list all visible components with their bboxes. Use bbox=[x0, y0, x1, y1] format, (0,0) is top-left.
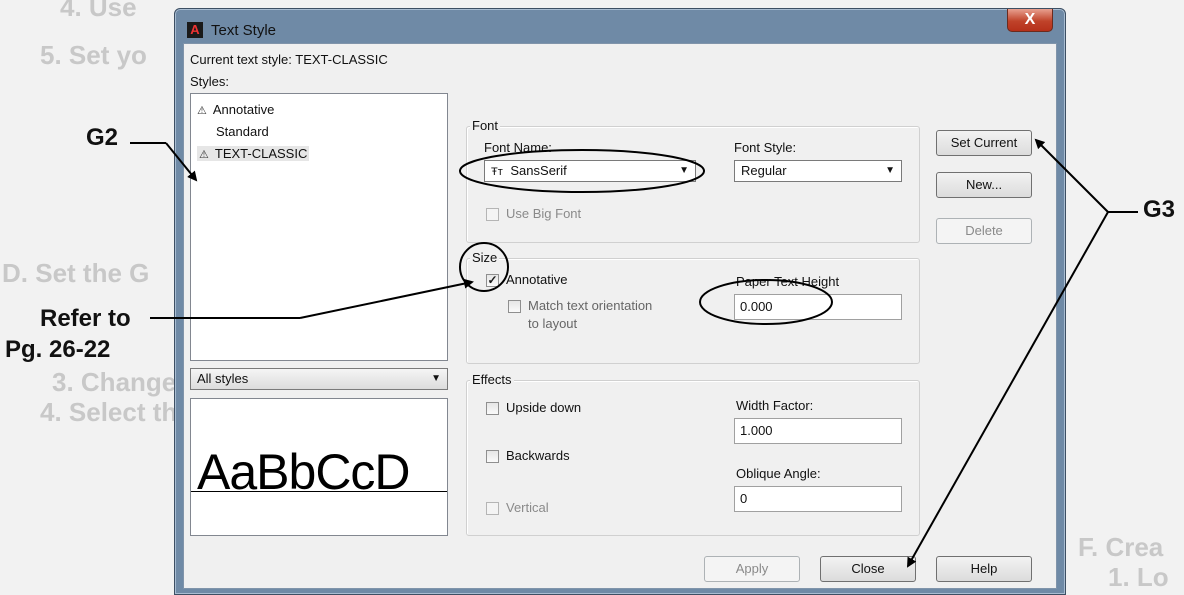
bg-text-7: 1. Lo bbox=[1108, 562, 1169, 592]
width-factor-input[interactable]: 1.000 bbox=[734, 418, 902, 444]
window-close-button[interactable]: X bbox=[1007, 9, 1053, 32]
vertical-checkbox[interactable] bbox=[486, 502, 499, 515]
autocad-app-icon: A bbox=[187, 22, 203, 38]
font-type-icon: Ŧт bbox=[491, 166, 503, 178]
styles-filter-value: All styles bbox=[197, 371, 249, 386]
vertical-label: Vertical bbox=[506, 500, 549, 515]
match-orientation-checkbox[interactable] bbox=[508, 300, 521, 313]
size-group-title: Size bbox=[470, 250, 500, 265]
bg-text-3: D. Set the G bbox=[2, 258, 150, 288]
annotative-icon: ⚠ bbox=[199, 149, 209, 161]
use-big-font-checkbox[interactable] bbox=[486, 208, 499, 221]
backwards-label: Backwards bbox=[506, 448, 570, 463]
style-item-label: TEXT-CLASSIC bbox=[214, 146, 308, 161]
style-item-standard[interactable]: Standard bbox=[216, 124, 269, 139]
help-button[interactable]: Help bbox=[936, 556, 1032, 582]
font-name-value: SansSerif bbox=[510, 163, 567, 178]
annotative-checkbox[interactable]: ✓ bbox=[486, 274, 499, 287]
set-current-button[interactable]: Set Current bbox=[936, 130, 1032, 156]
effects-group-title: Effects bbox=[470, 372, 514, 387]
upside-down-checkbox[interactable] bbox=[486, 402, 499, 415]
paper-text-height-label: Paper Text Height bbox=[736, 274, 840, 289]
use-big-font-label: Use Big Font bbox=[506, 206, 582, 221]
preview-baseline bbox=[191, 491, 447, 492]
callout-g3: G3 bbox=[1143, 196, 1176, 223]
styles-label: Styles: bbox=[190, 74, 230, 89]
delete-button[interactable]: Delete bbox=[936, 218, 1032, 244]
font-style-dropdown[interactable]: Regular ▼ bbox=[734, 160, 902, 182]
font-name-label: Font Name: bbox=[484, 140, 552, 155]
style-item-annotative[interactable]: ⚠ Annotative bbox=[197, 102, 274, 117]
annotative-label: Annotative bbox=[506, 272, 568, 287]
callout-refer-line2: Pg. 26-22 bbox=[5, 336, 111, 363]
font-name-dropdown[interactable]: Ŧт SansSerif ▼ bbox=[484, 160, 696, 182]
paper-text-height-input[interactable]: 0.000 bbox=[734, 294, 902, 320]
chevron-down-icon: ▼ bbox=[885, 165, 895, 176]
font-style-value: Regular bbox=[741, 163, 787, 178]
style-preview: AaBbCcD bbox=[190, 398, 448, 536]
oblique-angle-input[interactable]: 0 bbox=[734, 486, 902, 512]
bg-text-2: 5. Set yo bbox=[40, 40, 147, 70]
match-orientation-label-1: Match text orientation bbox=[528, 298, 653, 313]
style-item-label: Annotative bbox=[212, 102, 275, 117]
oblique-angle-label: Oblique Angle: bbox=[736, 466, 821, 481]
callout-g2: G2 bbox=[86, 124, 119, 151]
upside-down-label: Upside down bbox=[506, 400, 582, 415]
bg-text-1: 4. Use bbox=[60, 0, 137, 22]
callout-refer-line1: Refer to bbox=[40, 305, 131, 332]
text-style-dialog: A Text Style X Current text style: TEXT-… bbox=[174, 8, 1066, 595]
style-item-text-classic[interactable]: ⚠ TEXT-CLASSIC bbox=[197, 146, 310, 161]
backwards-checkbox[interactable] bbox=[486, 450, 499, 463]
styles-list[interactable]: ⚠ Annotative Standard ⚠ TEXT-CLASSIC bbox=[190, 93, 448, 361]
close-button[interactable]: Close bbox=[820, 556, 916, 582]
style-item-label: Standard bbox=[216, 124, 269, 139]
font-group-title: Font bbox=[470, 118, 501, 133]
annotative-icon: ⚠ bbox=[197, 105, 207, 117]
styles-filter-dropdown[interactable]: All styles ▼ bbox=[190, 368, 448, 390]
chevron-down-icon: ▼ bbox=[679, 165, 689, 176]
current-style-caption: Current text style: bbox=[190, 52, 292, 67]
match-orientation-label-2: to layout bbox=[528, 316, 578, 331]
chevron-down-icon: ▼ bbox=[431, 373, 441, 384]
width-factor-label: Width Factor: bbox=[736, 398, 814, 413]
new-button[interactable]: New... bbox=[936, 172, 1032, 198]
bg-text-6: F. Crea bbox=[1078, 532, 1164, 562]
preview-sample-text: AaBbCcD bbox=[197, 444, 411, 500]
dialog-client-area: Current text style: TEXT-CLASSIC Styles:… bbox=[183, 43, 1057, 589]
title-bar[interactable]: A Text Style X bbox=[175, 9, 1065, 43]
window-title: Text Style bbox=[211, 22, 277, 39]
apply-button[interactable]: Apply bbox=[704, 556, 800, 582]
bg-text-4: 3. Change bbox=[52, 367, 177, 397]
font-style-label: Font Style: bbox=[734, 140, 797, 155]
current-style-label: Current text style: TEXT-CLASSIC bbox=[190, 52, 388, 67]
current-style-value: TEXT-CLASSIC bbox=[295, 52, 388, 67]
